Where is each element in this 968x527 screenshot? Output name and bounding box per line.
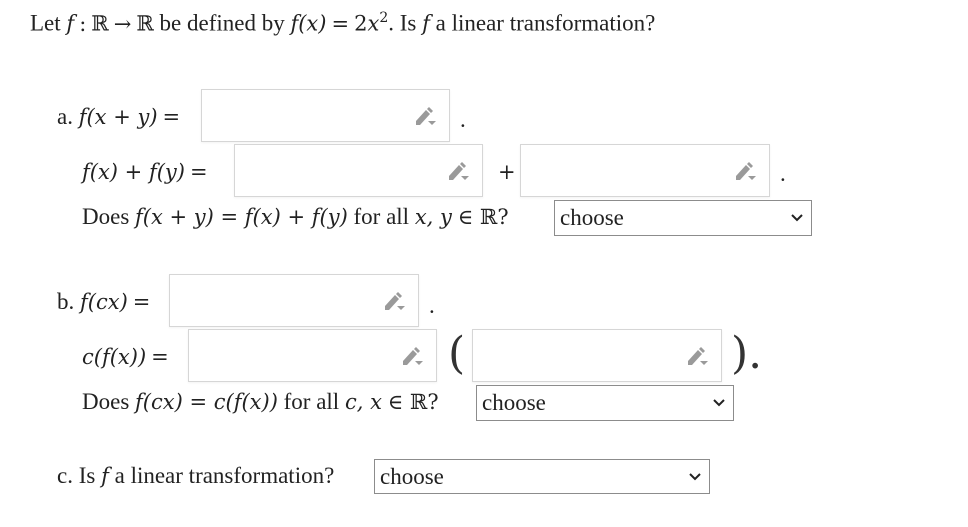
part-a-answer-select[interactable]: choose bbox=[554, 200, 812, 236]
part-b-fx-field[interactable] bbox=[481, 330, 684, 383]
part-b-period-1: . bbox=[429, 293, 435, 318]
part-b-fcx-field[interactable] bbox=[178, 275, 381, 328]
part-c-question: c. Is f a linear transformation? bbox=[57, 463, 335, 488]
part-a-period-2: . bbox=[780, 161, 786, 186]
pencil-dropdown-icon[interactable] bbox=[733, 160, 757, 182]
chevron-down-icon bbox=[689, 472, 701, 480]
part-a-fxy-input[interactable] bbox=[201, 89, 450, 143]
select-value: choose bbox=[482, 390, 546, 415]
part-a-fy-input[interactable] bbox=[520, 144, 770, 198]
open-parenthesis: ( bbox=[448, 328, 466, 379]
part-a-question: Does f(x + y) = f(x) + f(y) for all x, y… bbox=[82, 204, 509, 229]
question-text: Let f: ℝ → ℝ be defined by f(x) = 2x2. Is f a… bbox=[30, 10, 656, 36]
part-a-fy-field[interactable] bbox=[529, 145, 732, 198]
chevron-down-icon bbox=[713, 399, 725, 407]
part-b-fx-input[interactable] bbox=[472, 329, 722, 383]
pencil-dropdown-icon[interactable] bbox=[400, 345, 424, 367]
part-b-cfx-field[interactable] bbox=[197, 330, 399, 383]
part-b-question: Does f(cx) = c(f(x)) for all c, x ∈ ℝ? bbox=[82, 389, 439, 414]
plus-sign: + bbox=[498, 160, 516, 184]
close-parenthesis: ). bbox=[731, 328, 763, 379]
part-a-line1: a. f(x + y) = bbox=[57, 104, 181, 129]
part-c-answer-select[interactable]: choose bbox=[374, 459, 710, 494]
part-b-cfx-input[interactable] bbox=[188, 329, 437, 383]
part-a-fx-input[interactable] bbox=[234, 144, 483, 198]
part-b-fcx-input[interactable] bbox=[169, 274, 419, 328]
part-a-line2: f(x) + f(y) = bbox=[82, 160, 208, 184]
part-a-fxy-field[interactable] bbox=[210, 90, 412, 143]
chevron-down-icon bbox=[791, 214, 803, 222]
pencil-dropdown-icon[interactable] bbox=[413, 105, 437, 127]
part-a-period-1: . bbox=[460, 107, 466, 132]
pencil-dropdown-icon[interactable] bbox=[685, 345, 709, 367]
part-a-fx-field[interactable] bbox=[243, 145, 445, 198]
pencil-dropdown-icon[interactable] bbox=[446, 160, 470, 182]
select-value: choose bbox=[560, 205, 624, 230]
part-b-line2: c(f(x)) = bbox=[82, 345, 169, 369]
part-b-line1: b. f(cx) = bbox=[57, 289, 151, 314]
part-b-answer-select[interactable]: choose bbox=[476, 385, 734, 421]
pencil-dropdown-icon[interactable] bbox=[382, 290, 406, 312]
select-value: choose bbox=[380, 464, 444, 489]
